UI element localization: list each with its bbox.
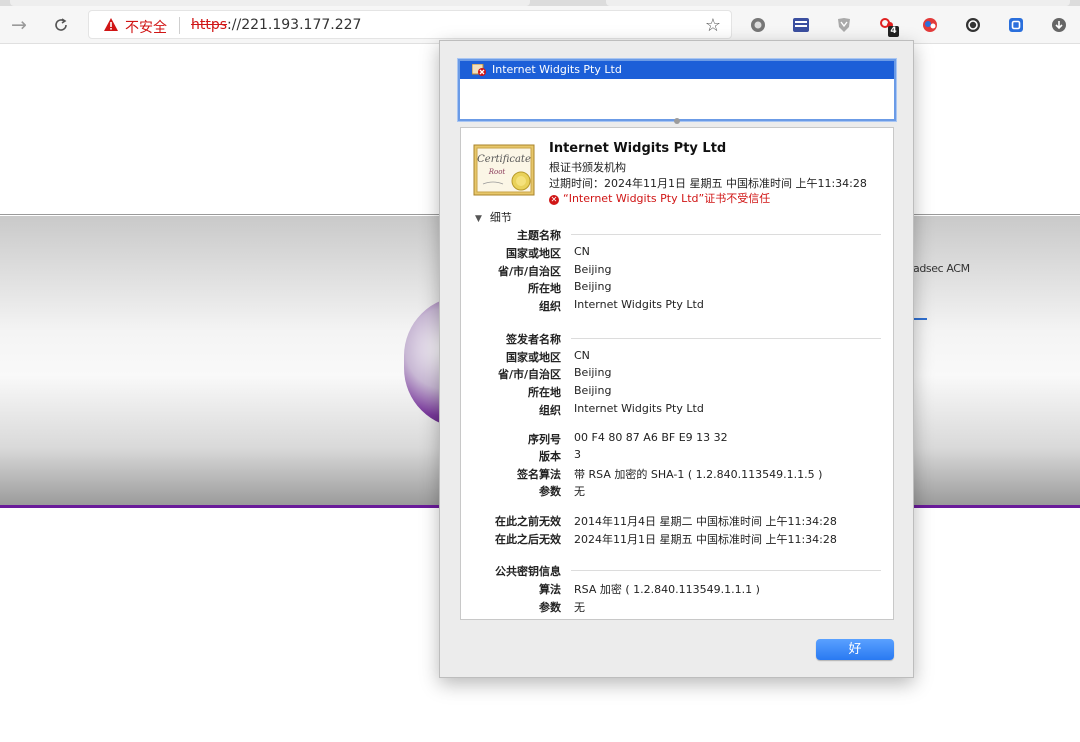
pinterest-extension-icon[interactable]: 4 xyxy=(877,15,899,37)
url-scheme: https xyxy=(191,17,228,33)
field-label: 国家或地区 xyxy=(506,247,561,260)
field-value: Beijing xyxy=(574,366,612,379)
certificate-chain-list[interactable]: Internet Widgits Pty Ltd xyxy=(458,59,896,121)
field-value: 00 F4 80 87 A6 BF E9 13 32 xyxy=(574,431,728,444)
warning-icon xyxy=(104,18,118,31)
divider xyxy=(571,234,881,235)
divider xyxy=(571,338,881,339)
certificate-details[interactable]: Certificate Root Internet Widgits Pty Lt… xyxy=(460,127,894,620)
field-label: 版本 xyxy=(539,450,561,463)
field-label: 序列号 xyxy=(528,433,561,446)
security-label[interactable]: 不安全 xyxy=(125,17,167,37)
field-value: CN xyxy=(574,349,590,362)
cert-image-text-2: Root xyxy=(488,168,506,176)
field-value: 无 xyxy=(574,601,585,614)
disclosure-triangle-icon[interactable]: ▼ xyxy=(475,214,482,224)
field-label: 组织 xyxy=(539,300,561,313)
certificate-title: Internet Widgits Pty Ltd xyxy=(549,141,727,156)
browser-toolbar: → 不安全 https://221.193.177.227 ☆ 4 xyxy=(0,6,1080,44)
compass-extension-icon[interactable] xyxy=(963,15,983,35)
field-label: 省/市/自治区 xyxy=(497,368,561,381)
reload-icon[interactable] xyxy=(50,14,72,36)
field-label: 省/市/自治区 xyxy=(497,265,561,278)
certificate-icon: Certificate Root xyxy=(473,144,535,196)
field-label: 在此之前无效 xyxy=(495,515,561,528)
star-icon[interactable]: ☆ xyxy=(705,15,721,36)
field-label: 组织 xyxy=(539,404,561,417)
field-label: 参数 xyxy=(539,485,561,498)
cert-image-text-1: Certificate xyxy=(477,154,531,165)
details-disclosure[interactable]: ▼ 细节 xyxy=(475,209,512,225)
url-text[interactable]: https://221.193.177.227 xyxy=(191,17,361,33)
field-value: 2014年11月4日 星期二 中国标准时间 上午11:34:28 xyxy=(574,515,837,528)
field-value: RSA 加密 ( 1.2.840.113549.1.1.1 ) xyxy=(574,583,760,596)
subject-heading: 主题名称 xyxy=(517,229,561,242)
field-value: Beijing xyxy=(574,384,612,397)
field-label: 参数 xyxy=(539,601,561,614)
separator xyxy=(179,17,180,34)
field-value: 无 xyxy=(574,485,585,498)
banner-underline xyxy=(913,318,927,320)
error-icon: ✕ xyxy=(549,195,559,205)
field-label: 算法 xyxy=(539,583,561,596)
ok-button[interactable]: 好 xyxy=(816,639,894,660)
certificate-error-icon xyxy=(472,64,486,76)
field-value: Internet Widgits Pty Ltd xyxy=(574,402,704,415)
record-extension-icon[interactable] xyxy=(748,15,768,35)
field-value: CN xyxy=(574,245,590,258)
trust-error: ✕ “Internet Widgits Pty Ltd”证书不受信任 xyxy=(549,190,770,206)
issuer-heading: 签发者名称 xyxy=(506,333,561,346)
public-key-heading: 公共密钥信息 xyxy=(495,565,561,578)
splitter-handle[interactable] xyxy=(674,118,680,124)
banner-text: adsec ACM xyxy=(913,262,970,275)
trust-error-text: “Internet Widgits Pty Ltd”证书不受信任 xyxy=(563,192,771,205)
field-value: 3 xyxy=(574,448,581,461)
field-value: Beijing xyxy=(574,280,612,293)
field-value: 2024年11月1日 星期五 中国标准时间 上午11:34:28 xyxy=(574,533,837,546)
chain-item[interactable]: Internet Widgits Pty Ltd xyxy=(460,61,894,79)
chain-item-label: Internet Widgits Pty Ltd xyxy=(492,63,622,76)
certificate-subtitle: 根证书颁发机构 xyxy=(549,161,626,174)
extension-badge: 4 xyxy=(888,26,899,37)
field-value: 带 RSA 加密的 SHA-1 ( 1.2.840.113549.1.1.5 ) xyxy=(574,468,823,481)
certificate-expiry: 过期时间：2024年11月1日 星期五 中国标准时间 上午11:34:28 xyxy=(549,177,867,190)
disclosure-label: 细节 xyxy=(489,211,512,224)
bookmark-extension-icon[interactable] xyxy=(1006,15,1026,35)
address-bar[interactable]: 不安全 https://221.193.177.227 ☆ xyxy=(88,10,732,39)
download-icon[interactable] xyxy=(1049,15,1069,35)
divider xyxy=(571,570,881,571)
field-label: 所在地 xyxy=(528,282,561,295)
colorful-extension-icon[interactable] xyxy=(920,15,940,35)
certificate-dialog: Internet Widgits Pty Ltd Certificate Roo… xyxy=(439,40,914,678)
field-value: Beijing xyxy=(574,263,612,276)
field-label: 国家或地区 xyxy=(506,351,561,364)
back-arrow-icon[interactable]: → xyxy=(8,14,30,36)
reader-extension-icon[interactable] xyxy=(791,15,811,35)
field-label: 在此之后无效 xyxy=(495,533,561,546)
field-label: 签名算法 xyxy=(517,468,561,481)
field-value: Internet Widgits Pty Ltd xyxy=(574,298,704,311)
shield-extension-icon[interactable] xyxy=(834,15,854,35)
field-label: 所在地 xyxy=(528,386,561,399)
url-host: ://221.193.177.227 xyxy=(227,17,362,33)
